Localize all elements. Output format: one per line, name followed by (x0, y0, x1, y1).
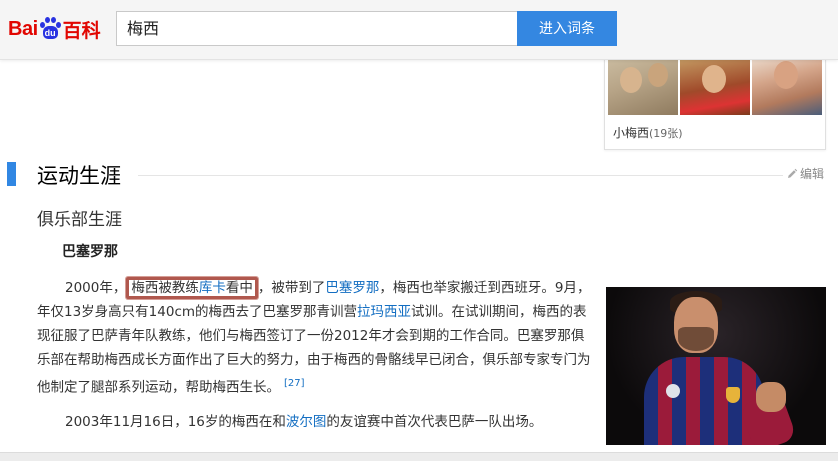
edit-link[interactable]: 编辑 (786, 165, 824, 182)
section-divider (138, 175, 783, 176)
edit-label: 编辑 (800, 167, 825, 181)
heading-barcelona: 巴塞罗那 (62, 244, 118, 260)
highlight-text-before: 梅西被教练 (131, 280, 199, 296)
album-photo-2[interactable] (680, 53, 750, 115)
section-accent-bar (7, 162, 16, 186)
top-header: Bai du 百科 梅西 进入词条 (0, 0, 838, 60)
baidu-baike-logo[interactable]: Bai du 百科 (8, 14, 101, 44)
link-la-masia[interactable]: 拉玛西亚 (357, 304, 411, 320)
link-kuka[interactable]: 库卡 (199, 280, 226, 296)
album-photo-1[interactable] (608, 53, 678, 115)
album-photos[interactable] (608, 53, 822, 115)
para1-year: 2000年 (65, 280, 113, 296)
jersey-shape (644, 357, 764, 445)
pencil-icon (788, 168, 798, 178)
section-title: 运动生涯 (37, 164, 121, 188)
paw-icon: du (39, 17, 61, 41)
album-photo-count: (19张) (649, 127, 683, 140)
enter-entry-button[interactable]: 进入词条 (517, 11, 617, 46)
bottom-scrollbar[interactable] (0, 452, 838, 461)
album-caption-title: 小梅西 (613, 126, 650, 140)
para1-comma-2: ， (257, 280, 272, 296)
logo-text-du: du (42, 26, 58, 39)
para1-text-1: 被带到了 (271, 280, 326, 296)
link-porto[interactable]: 波尔图 (286, 414, 327, 430)
link-barcelona[interactable]: 巴塞罗那 (325, 280, 379, 296)
jersey-logo (666, 384, 680, 398)
paragraph-debut: 2003年11月16日，16岁的梅西在和波尔图的友谊赛中首次代表巴萨一队出场。 (37, 410, 593, 434)
logo-text-bai: Bai (8, 17, 38, 40)
beard (678, 327, 714, 351)
footnote-27[interactable]: [27] (284, 378, 305, 389)
highlight-text-after: 看中 (225, 280, 253, 296)
para2-text-2: 的友谊赛中首次代表巴萨一队出场。 (326, 414, 543, 430)
search-input[interactable]: 梅西 (116, 11, 518, 46)
para1-comma: ， (112, 280, 127, 296)
club-badge (726, 387, 740, 403)
logo-text-baike: 百科 (62, 19, 101, 42)
subsection-title: 俱乐部生涯 (37, 210, 122, 230)
highlighted-phrase: 梅西被教练库卡看中 (126, 277, 258, 299)
album-caption: 小梅西(19张) (613, 124, 683, 141)
para2-text-1: 2003年11月16日，16岁的梅西在和 (65, 414, 286, 430)
messi-photo[interactable] (606, 287, 826, 445)
photo-album-card[interactable]: 小梅西(19张) (604, 48, 826, 150)
album-photo-3[interactable] (752, 53, 822, 115)
fist (756, 382, 786, 412)
paragraph-barcelona: 2000年， 梅西被教练库卡看中 ，被带到了巴塞罗那，梅西也举家搬迁到西班牙。9月，… (37, 276, 593, 400)
